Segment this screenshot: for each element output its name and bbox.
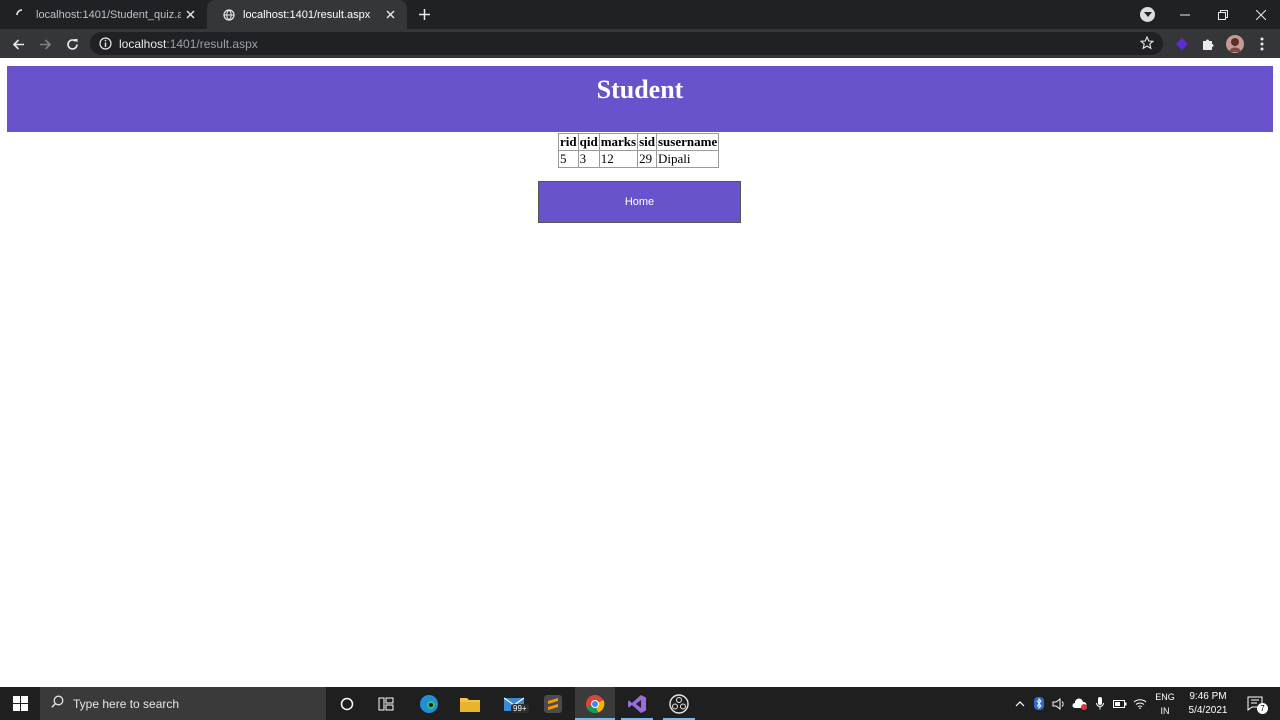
language-code: ENG (1155, 691, 1175, 702)
page-title: Student (596, 75, 684, 104)
page-content: Student rid qid marks sid susername 5 3 … (0, 58, 1280, 687)
clock-date: 5/4/2021 (1188, 704, 1228, 716)
tab-search-icon[interactable] (1140, 7, 1155, 22)
column-header: rid (558, 133, 579, 151)
new-tab-plus-icon[interactable] (415, 5, 433, 23)
mail-icon[interactable]: 99+ (494, 687, 534, 720)
battery-icon[interactable] (1111, 687, 1129, 720)
mail-badge: 99+ (511, 704, 529, 713)
profile-avatar[interactable] (1225, 34, 1245, 54)
address-bar[interactable]: localhost:1401/result.aspx (90, 32, 1163, 55)
column-header: susername (655, 133, 720, 151)
minimize-icon[interactable] (1166, 0, 1204, 29)
url-text: localhost:1401/result.aspx (119, 37, 258, 51)
task-view-icon[interactable] (369, 687, 402, 720)
chrome-icon[interactable] (575, 687, 615, 720)
taskbar-search-box[interactable]: Type here to search (40, 687, 326, 720)
tab-title: localhost:1401/Student_quiz.aspx (36, 8, 181, 21)
table-cell: 29 (637, 150, 657, 168)
notification-count: 7 (1257, 703, 1268, 714)
loading-spinner-icon (15, 8, 28, 21)
onedrive-error-icon[interactable] (1070, 687, 1090, 720)
clock[interactable]: 9:46 PM 5/4/2021 (1182, 687, 1234, 720)
show-hidden-icons-chevron-icon[interactable] (1012, 687, 1028, 720)
window-controls (1166, 0, 1280, 29)
column-header: sid (637, 133, 657, 151)
result-table: rid qid marks sid susername 5 3 12 29 Di… (558, 133, 720, 168)
bluetooth-icon[interactable] (1031, 687, 1047, 720)
page-header: Student (7, 66, 1273, 132)
browser-toolbar: localhost:1401/result.aspx (0, 29, 1280, 58)
search-placeholder: Type here to search (73, 696, 180, 711)
table-header-row: rid qid marks sid susername (558, 133, 720, 151)
notification-center-icon[interactable]: 7 (1240, 687, 1270, 720)
forward-arrow-icon[interactable] (35, 34, 55, 54)
table-row: 5 3 12 29 Dipali (558, 150, 720, 168)
back-arrow-icon[interactable] (8, 34, 28, 54)
language-indicator[interactable]: ENG IN (1150, 687, 1180, 720)
extension-gem-icon[interactable] (1172, 34, 1192, 54)
close-window-icon[interactable] (1242, 0, 1280, 29)
table-cell: Dipali (655, 150, 720, 168)
edge-browser-icon[interactable] (412, 687, 445, 720)
wifi-icon[interactable] (1131, 687, 1149, 720)
tab-student-quiz[interactable]: localhost:1401/Student_quiz.aspx (0, 0, 207, 29)
microphone-icon[interactable] (1092, 687, 1108, 720)
language-region: IN (1160, 705, 1170, 716)
reload-icon[interactable] (62, 34, 82, 54)
bookmark-star-icon[interactable] (1139, 35, 1155, 51)
tab-result[interactable]: localhost:1401/result.aspx (207, 0, 407, 29)
windows-taskbar: Type here to search 99+ ENG IN 9:46 PM 5… (0, 687, 1280, 720)
url-host: localhost (119, 36, 167, 51)
column-header: marks (598, 133, 639, 151)
menu-kebab-icon[interactable] (1252, 34, 1272, 54)
volume-icon[interactable] (1050, 687, 1068, 720)
table-cell: 3 (577, 150, 600, 168)
globe-icon (222, 8, 235, 21)
url-path: :1401/result.aspx (166, 36, 258, 51)
search-icon (51, 695, 64, 713)
table-cell: 12 (598, 150, 639, 168)
clock-time: 9:46 PM (1189, 690, 1227, 702)
browser-tab-strip: localhost:1401/Student_quiz.aspx localho… (0, 0, 1280, 29)
home-button[interactable]: Home (538, 181, 741, 223)
close-icon[interactable] (383, 7, 397, 21)
extensions-puzzle-icon[interactable] (1198, 34, 1218, 54)
sublime-text-icon[interactable] (536, 687, 569, 720)
visual-studio-icon[interactable] (617, 687, 657, 720)
table-cell: 5 (558, 150, 579, 168)
site-info-icon[interactable] (99, 37, 112, 50)
close-icon[interactable] (183, 7, 197, 21)
cortana-icon[interactable] (330, 687, 363, 720)
restore-icon[interactable] (1204, 0, 1242, 29)
column-header: qid (577, 133, 600, 151)
obs-studio-icon[interactable] (659, 687, 699, 720)
tab-title: localhost:1401/result.aspx (243, 8, 371, 21)
windows-start-icon[interactable] (0, 687, 40, 720)
file-explorer-icon[interactable] (453, 687, 486, 720)
